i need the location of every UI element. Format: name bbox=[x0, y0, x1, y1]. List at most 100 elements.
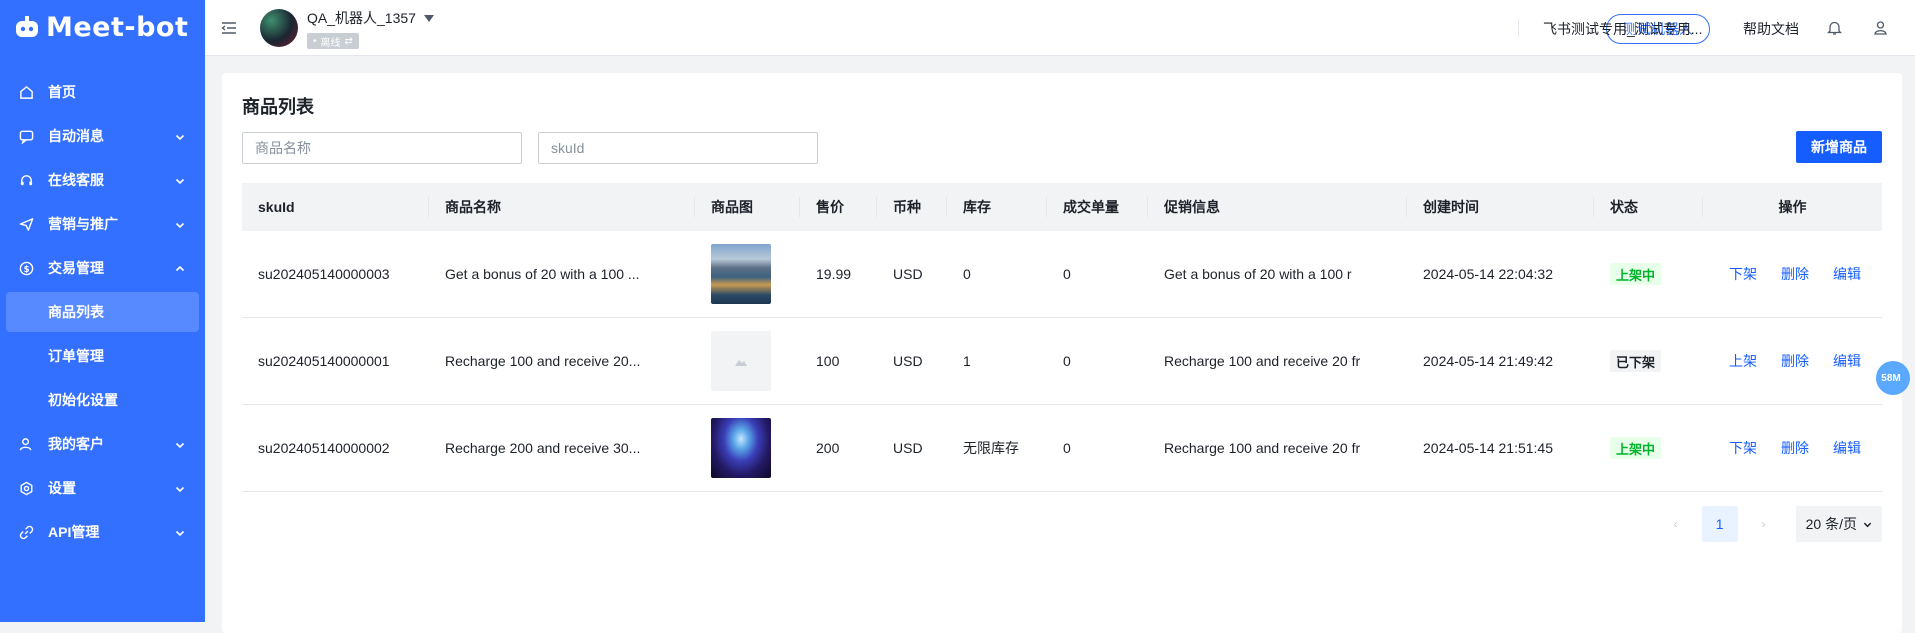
nav-item-my-customers[interactable]: 我的客户 bbox=[0, 422, 205, 466]
sold-cell: 0 bbox=[1063, 266, 1071, 282]
image-cell bbox=[695, 244, 800, 304]
divider bbox=[1518, 19, 1519, 37]
column-header: 售价 bbox=[800, 183, 877, 231]
promo-cell: Recharge 100 and receive 20 fr bbox=[1164, 440, 1361, 456]
prev-page-icon[interactable]: ‹ bbox=[1658, 506, 1694, 542]
actions-cell: 下架 删除 编辑 bbox=[1703, 264, 1882, 284]
nav-label: 在线客服 bbox=[48, 172, 104, 188]
nav-item-auto-message[interactable]: 自动消息 bbox=[0, 114, 205, 158]
price-cell: 19.99 bbox=[816, 266, 852, 282]
nav-item-order-manage[interactable]: 订单管理 bbox=[0, 334, 205, 378]
sku-id-input[interactable]: skuId bbox=[538, 132, 818, 164]
nav-label: 首页 bbox=[48, 84, 76, 100]
pagination: ‹ 1 › 20 条/页 bbox=[1658, 506, 1882, 542]
column-header: 库存 bbox=[947, 183, 1047, 231]
product-image[interactable] bbox=[711, 418, 771, 478]
actions-cell: 下架 删除 编辑 bbox=[1703, 438, 1882, 458]
caret-down-icon bbox=[423, 10, 434, 26]
edit-button[interactable]: 编辑 bbox=[1833, 264, 1861, 284]
sku-cell: su202405140000003 bbox=[258, 266, 390, 282]
product-name-input[interactable]: 商品名称 bbox=[242, 132, 522, 164]
status-badge: 上架中 bbox=[1610, 263, 1662, 285]
nav-label: 交易管理 bbox=[48, 260, 104, 276]
nav-item-marketing[interactable]: 营销与推广 bbox=[0, 202, 205, 246]
top-bar: QA_机器人_1357 • 离线 ⇄ 测试机器人 飞书测试专用_测试专用... … bbox=[205, 0, 1915, 56]
user-icon bbox=[18, 436, 34, 452]
chevron-down-icon bbox=[175, 437, 185, 453]
help-docs-link[interactable]: 帮助文档 bbox=[1743, 19, 1799, 39]
column-header: 操作 bbox=[1778, 199, 1807, 215]
table-row: su202405140000001 Recharge 100 and recei… bbox=[242, 318, 1882, 405]
swap-icon[interactable]: ⇄ bbox=[345, 36, 353, 47]
logo[interactable]: Meet-bot bbox=[14, 10, 188, 44]
price-cell: 200 bbox=[816, 440, 840, 456]
sidebar: Meet-bot 首页 自动消息 在线客服 营销与推广 $ 交易管理 商品列表 … bbox=[0, 0, 205, 622]
nav-item-init-settings[interactable]: 初始化设置 bbox=[0, 378, 205, 422]
nav-label: 自动消息 bbox=[48, 128, 104, 144]
column-header: 商品图 bbox=[695, 183, 800, 231]
stock-cell: 无限库存 bbox=[963, 440, 1019, 456]
column-header: 商品名称 bbox=[429, 183, 695, 231]
list-button[interactable]: 上架 bbox=[1729, 351, 1757, 371]
product-image[interactable] bbox=[711, 331, 771, 391]
nav-item-api-manage[interactable]: API管理 bbox=[0, 510, 205, 554]
table-header: skuId 商品名称 商品图 售价 币种 库存 成交单量 促销信息 创建时间 状… bbox=[242, 183, 1882, 231]
created-cell: 2024-05-14 22:04:32 bbox=[1423, 266, 1553, 282]
status-badge: 已下架 bbox=[1610, 350, 1662, 372]
nav-label: 我的客户 bbox=[48, 436, 104, 452]
unlist-button[interactable]: 下架 bbox=[1729, 264, 1757, 284]
bell-icon[interactable] bbox=[1826, 20, 1843, 41]
chevron-down-icon bbox=[175, 129, 185, 145]
bot-selector[interactable]: QA_机器人_1357 bbox=[307, 8, 434, 28]
status-cell: 上架中 bbox=[1594, 437, 1703, 459]
nav-item-product-list[interactable]: 商品列表 bbox=[6, 292, 199, 332]
promo-cell: Recharge 100 and receive 20 fr bbox=[1164, 353, 1361, 369]
content-card: 商品列表 商品名称 skuId 新增商品 skuId 商品名称 商品图 售价 币… bbox=[222, 73, 1910, 633]
chevron-up-icon bbox=[175, 261, 185, 277]
nav-label: 初始化设置 bbox=[48, 392, 118, 408]
nav-item-online-service[interactable]: 在线客服 bbox=[0, 158, 205, 202]
workspace-selector[interactable]: 飞书测试专用_测试专用... bbox=[1543, 19, 1702, 39]
memory-badge[interactable]: 58M bbox=[1876, 361, 1910, 395]
column-header: 币种 bbox=[877, 183, 947, 231]
table-row: su202405140000002 Recharge 200 and recei… bbox=[242, 405, 1882, 492]
chevron-down-icon bbox=[175, 525, 185, 541]
home-icon bbox=[18, 84, 34, 100]
page-number[interactable]: 1 bbox=[1701, 506, 1738, 542]
add-product-button[interactable]: 新增商品 bbox=[1796, 131, 1882, 163]
page-title: 商品列表 bbox=[242, 97, 314, 117]
unlist-button[interactable]: 下架 bbox=[1729, 438, 1757, 458]
delete-button[interactable]: 删除 bbox=[1781, 351, 1809, 371]
sku-cell: su202405140000002 bbox=[258, 440, 390, 456]
bot-avatar[interactable] bbox=[260, 9, 298, 47]
status-text: 离线 bbox=[320, 37, 341, 49]
svg-text:$: $ bbox=[23, 263, 29, 273]
message-icon bbox=[18, 128, 34, 144]
robot-logo-icon bbox=[16, 16, 38, 37]
page-size-value: 20 条/页 bbox=[1805, 516, 1857, 532]
next-page-icon[interactable]: › bbox=[1746, 506, 1782, 542]
delete-button[interactable]: 删除 bbox=[1781, 438, 1809, 458]
edit-button[interactable]: 编辑 bbox=[1833, 438, 1861, 458]
status-cell: 上架中 bbox=[1594, 263, 1703, 285]
headset-icon bbox=[18, 172, 34, 188]
nav-item-home[interactable]: 首页 bbox=[0, 70, 205, 114]
edit-button[interactable]: 编辑 bbox=[1833, 351, 1861, 371]
gear-icon bbox=[18, 480, 34, 496]
name-cell: Recharge 200 and receive 30... bbox=[445, 440, 641, 456]
delete-button[interactable]: 删除 bbox=[1781, 264, 1809, 284]
nav-label: 营销与推广 bbox=[48, 216, 118, 232]
image-placeholder-icon bbox=[735, 353, 747, 369]
promo-cell: Get a bonus of 20 with a 100 r bbox=[1164, 266, 1352, 282]
logo-text: Meet-bot bbox=[46, 11, 189, 43]
nav-item-settings[interactable]: 设置 bbox=[0, 466, 205, 510]
user-icon[interactable] bbox=[1873, 20, 1888, 41]
product-image[interactable] bbox=[711, 244, 771, 304]
menu-collapse-icon[interactable] bbox=[221, 20, 237, 41]
nav-item-trade[interactable]: $ 交易管理 bbox=[0, 246, 205, 290]
bot-name: QA_机器人_1357 bbox=[307, 10, 416, 26]
price-cell: 100 bbox=[816, 353, 840, 369]
nav-label: 订单管理 bbox=[48, 348, 104, 364]
chevron-down-icon bbox=[175, 217, 185, 233]
page-size-select[interactable]: 20 条/页 bbox=[1795, 506, 1882, 542]
